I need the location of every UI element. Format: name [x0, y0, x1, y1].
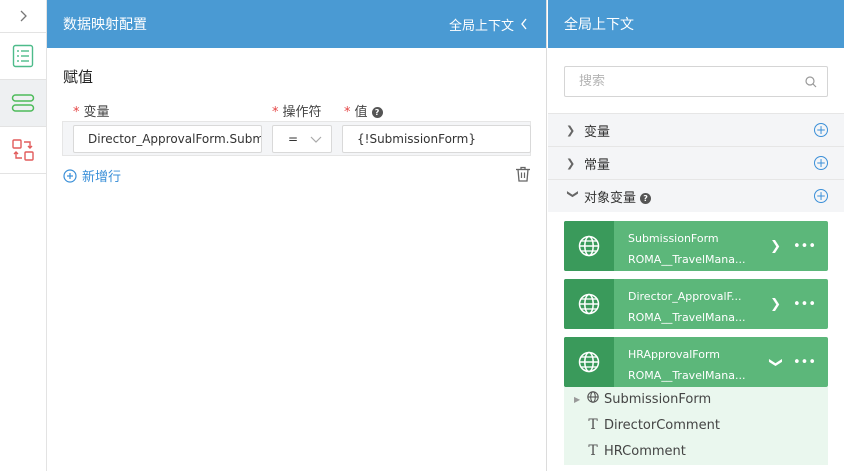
- required-marker: *: [272, 105, 279, 120]
- column-variable: * 变量: [73, 101, 110, 120]
- search-input[interactable]: [579, 74, 805, 89]
- data-mapping-icon: [11, 94, 35, 112]
- panel-title: 数据映射配置: [63, 17, 147, 33]
- data-mapping-panel: 数据映射配置 全局上下文 赋值 * 变量 * 操作符 * 值? Director_Ap…: [47, 0, 547, 471]
- global-context-toggle-label: 全局上下文: [448, 18, 514, 34]
- column-value-label: 值: [354, 105, 368, 120]
- help-icon[interactable]: ?: [640, 192, 652, 204]
- expand-rail-button[interactable]: [0, 0, 46, 33]
- object-name: SubmissionForm: [628, 232, 719, 245]
- chevron-right-icon: ❯: [566, 156, 576, 170]
- global-context-panel: 全局上下文 ❯ 变量 + ❯ 常量 + ❯ 对象变量? + Submis: [548, 0, 844, 471]
- chevron-down-icon: ❯: [566, 189, 580, 199]
- add-row-label: 新增行: [82, 170, 122, 185]
- left-rail: [0, 0, 47, 471]
- chevron-down-icon[interactable]: ❯: [768, 357, 783, 368]
- object-name: HRApprovalForm: [628, 348, 720, 361]
- tree-item-label: SubmissionForm: [604, 391, 712, 407]
- object-children-tree: ▶ SubmissionForm T DirectorComment T HRC…: [564, 387, 828, 465]
- chevron-right-icon[interactable]: ❯: [770, 239, 781, 254]
- tree-item[interactable]: T HRComment: [574, 443, 686, 459]
- chevron-right-icon: [20, 10, 27, 22]
- group-variables[interactable]: ❯ 变量 +: [548, 113, 844, 146]
- globe-icon: [564, 221, 614, 271]
- operator-select[interactable]: =: [272, 125, 332, 153]
- object-type: ROMA__TravelMana...: [628, 253, 746, 266]
- required-marker: *: [73, 105, 80, 120]
- add-constant-icon[interactable]: +: [814, 156, 828, 170]
- help-icon[interactable]: ?: [371, 107, 383, 118]
- delete-row-button[interactable]: [515, 166, 531, 186]
- add-object-variable-icon[interactable]: +: [814, 189, 828, 203]
- convert-icon: [12, 139, 34, 161]
- tree-item-label: HRComment: [604, 443, 686, 459]
- section-title: 赋值: [63, 68, 94, 86]
- value-field[interactable]: {!SubmissionForm}: [342, 125, 531, 153]
- chevron-right-icon: ❯: [566, 123, 576, 137]
- column-operator: * 操作符: [272, 101, 322, 120]
- tree-item-label: DirectorComment: [604, 417, 720, 433]
- add-variable-icon[interactable]: +: [814, 123, 828, 137]
- search-box: [564, 66, 828, 97]
- globe-icon: [564, 279, 614, 329]
- object-card[interactable]: Director_ApprovalF... ROMA__TravelMana..…: [564, 279, 828, 329]
- object-card-actions: ❯ •••: [770, 221, 828, 271]
- object-card-actions: ❯ •••: [770, 279, 828, 329]
- object-card-text: HRApprovalForm ROMA__TravelMana...: [614, 337, 770, 387]
- plus-circle-icon: [63, 168, 77, 183]
- object-card[interactable]: SubmissionForm ROMA__TravelMana... ❯ •••: [564, 221, 828, 271]
- variable-field[interactable]: Director_ApprovalForm.SubmissionForm: [73, 125, 262, 153]
- group-label: 变量: [584, 124, 611, 140]
- checklist-icon: [12, 44, 34, 68]
- object-card-text: Director_ApprovalF... ROMA__TravelMana..…: [614, 279, 770, 329]
- column-operator-label: 操作符: [282, 105, 322, 120]
- group-label-text: 对象变量: [584, 190, 637, 206]
- rail-item-list[interactable]: [0, 33, 46, 80]
- globe-icon: [586, 391, 600, 407]
- globe-icon: [564, 337, 614, 387]
- chevron-left-icon: [521, 18, 527, 30]
- operator-select-value: =: [288, 132, 299, 146]
- object-name: Director_ApprovalF...: [628, 290, 742, 303]
- chevron-down-icon: [310, 136, 322, 143]
- text-type-icon: T: [588, 417, 598, 433]
- object-card[interactable]: HRApprovalForm ROMA__TravelMana... ❯ •••: [564, 337, 828, 387]
- rail-item-data-mapping[interactable]: [0, 80, 46, 127]
- tree-item[interactable]: T DirectorComment: [574, 417, 720, 433]
- right-header: 全局上下文: [548, 0, 844, 48]
- global-context-toggle[interactable]: 全局上下文: [449, 15, 528, 34]
- more-icon[interactable]: •••: [793, 297, 816, 312]
- variable-field-value: Director_ApprovalForm.SubmissionForm: [88, 132, 262, 146]
- group-label: 常量: [584, 157, 611, 173]
- group-label: 对象变量?: [584, 187, 814, 206]
- more-icon[interactable]: •••: [793, 239, 816, 254]
- center-header: 数据映射配置 全局上下文: [47, 0, 546, 48]
- trash-icon: [516, 166, 530, 182]
- column-value: * 值?: [344, 101, 383, 120]
- required-marker: *: [344, 105, 351, 120]
- more-icon[interactable]: •••: [793, 355, 816, 370]
- group-object-variables[interactable]: ❯ 对象变量? +: [548, 179, 844, 212]
- column-variable-label: 变量: [83, 105, 110, 120]
- value-field-value: {!SubmissionForm}: [357, 132, 476, 146]
- object-card-text: SubmissionForm ROMA__TravelMana...: [614, 221, 770, 271]
- right-panel-title: 全局上下文: [564, 17, 634, 33]
- object-type: ROMA__TravelMana...: [628, 369, 746, 382]
- tree-item[interactable]: ▶ SubmissionForm: [574, 391, 711, 407]
- add-row-button[interactable]: 新增行: [63, 166, 121, 185]
- rail-item-convert[interactable]: [0, 127, 46, 174]
- object-card-actions: ❯ •••: [768, 337, 828, 387]
- chevron-right-icon[interactable]: ❯: [770, 297, 781, 312]
- app-root: 数据映射配置 全局上下文 赋值 * 变量 * 操作符 * 值? Director_Ap…: [0, 0, 844, 471]
- object-type: ROMA__TravelMana...: [628, 311, 746, 324]
- group-constants[interactable]: ❯ 常量 +: [548, 146, 844, 179]
- caret-right-icon[interactable]: ▶: [574, 395, 586, 404]
- text-type-icon: T: [588, 443, 598, 459]
- search-icon[interactable]: [805, 75, 817, 88]
